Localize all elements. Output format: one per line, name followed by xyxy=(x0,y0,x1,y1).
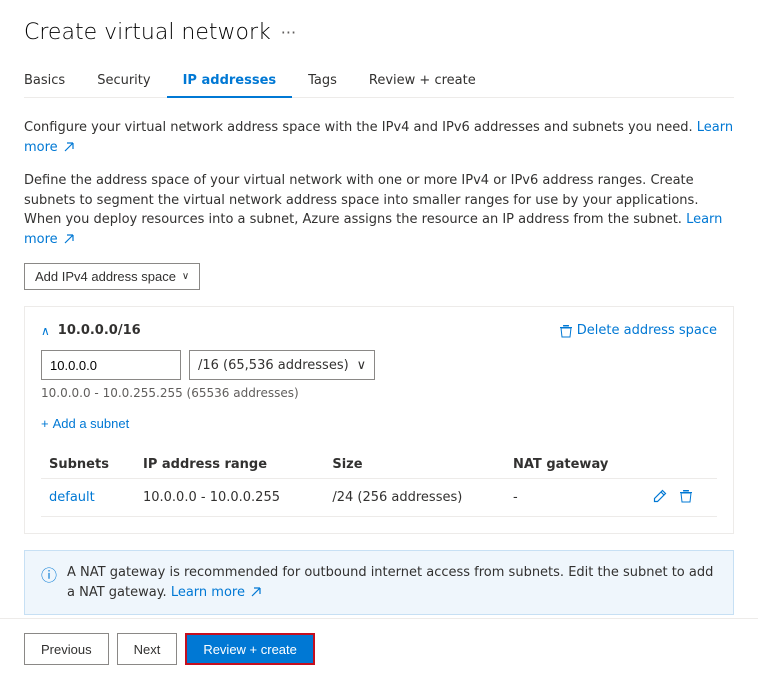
col-header-ip-range: IP address range xyxy=(135,451,324,479)
ip-address-input[interactable] xyxy=(41,350,181,380)
tab-security[interactable]: Security xyxy=(81,65,166,98)
pencil-icon xyxy=(653,489,667,503)
nat-cell: - xyxy=(505,479,643,517)
external-link-icon-2 xyxy=(64,234,74,244)
page-title: Create virtual network xyxy=(24,20,271,45)
col-header-nat: NAT gateway xyxy=(505,451,643,479)
subnet-name-link[interactable]: default xyxy=(49,490,95,505)
col-header-actions xyxy=(643,451,717,479)
address-space-cidr: 10.0.0.0/16 xyxy=(58,323,141,338)
tab-ip-addresses[interactable]: IP addresses xyxy=(167,65,293,98)
col-header-size: Size xyxy=(324,451,505,479)
collapse-icon[interactable]: ∧ xyxy=(41,324,50,338)
subnets-table: Subnets IP address range Size NAT gatewa… xyxy=(41,451,717,517)
range-hint: 10.0.0.0 - 10.0.255.255 (65536 addresses… xyxy=(41,386,717,400)
delete-address-space-link[interactable]: Delete address space xyxy=(559,323,717,338)
tab-tags[interactable]: Tags xyxy=(292,65,353,98)
address-space-container: ∧ 10.0.0.0/16 Delete address space /16 (… xyxy=(24,306,734,534)
add-ipv4-button[interactable]: Add IPv4 address space ∨ xyxy=(24,263,200,290)
delete-subnet-button[interactable] xyxy=(677,487,695,508)
info-banner: ⓘ A NAT gateway is recommended for outbo… xyxy=(24,550,734,615)
plus-icon: + xyxy=(41,416,49,431)
edit-subnet-button[interactable] xyxy=(651,487,669,508)
address-input-row: /16 (65,536 addresses) ∨ xyxy=(41,350,717,380)
info-text: A NAT gateway is recommended for outboun… xyxy=(67,563,717,602)
footer-bar: Previous Next Review + create xyxy=(0,618,758,679)
tab-basics[interactable]: Basics xyxy=(24,65,81,98)
add-subnet-button[interactable]: + Add a subnet xyxy=(41,412,129,435)
info-icon: ⓘ xyxy=(41,564,57,588)
description-2: Define the address space of your virtual… xyxy=(24,171,734,249)
subnet-name-cell: default xyxy=(41,479,135,517)
tab-review-create[interactable]: Review + create xyxy=(353,65,492,98)
cidr-dropdown[interactable]: /16 (65,536 addresses) ∨ xyxy=(189,350,375,380)
col-header-subnets: Subnets xyxy=(41,451,135,479)
description-1: Configure your virtual network address s… xyxy=(24,118,734,157)
chevron-down-icon: ∨ xyxy=(182,271,189,282)
previous-button[interactable]: Previous xyxy=(24,633,109,665)
learn-more-link-3[interactable]: Learn more xyxy=(171,585,261,600)
dropdown-chevron-icon: ∨ xyxy=(357,358,367,373)
external-link-icon-1 xyxy=(64,142,74,152)
next-button[interactable]: Next xyxy=(117,633,178,665)
trash-icon xyxy=(559,324,573,338)
table-row: default 10.0.0.0 - 10.0.0.255 /24 (256 a… xyxy=(41,479,717,517)
size-cell: /24 (256 addresses) xyxy=(324,479,505,517)
delete-icon xyxy=(679,489,693,503)
ellipsis-menu-icon[interactable]: ··· xyxy=(281,23,296,42)
action-cell xyxy=(643,479,717,517)
review-create-button[interactable]: Review + create xyxy=(185,633,315,665)
external-link-icon-3 xyxy=(251,587,261,597)
tabs-nav: Basics Security IP addresses Tags Review… xyxy=(24,65,734,98)
ip-range-cell: 10.0.0.0 - 10.0.0.255 xyxy=(135,479,324,517)
table-header-row: Subnets IP address range Size NAT gatewa… xyxy=(41,451,717,479)
address-space-header: ∧ 10.0.0.0/16 Delete address space xyxy=(41,323,717,338)
